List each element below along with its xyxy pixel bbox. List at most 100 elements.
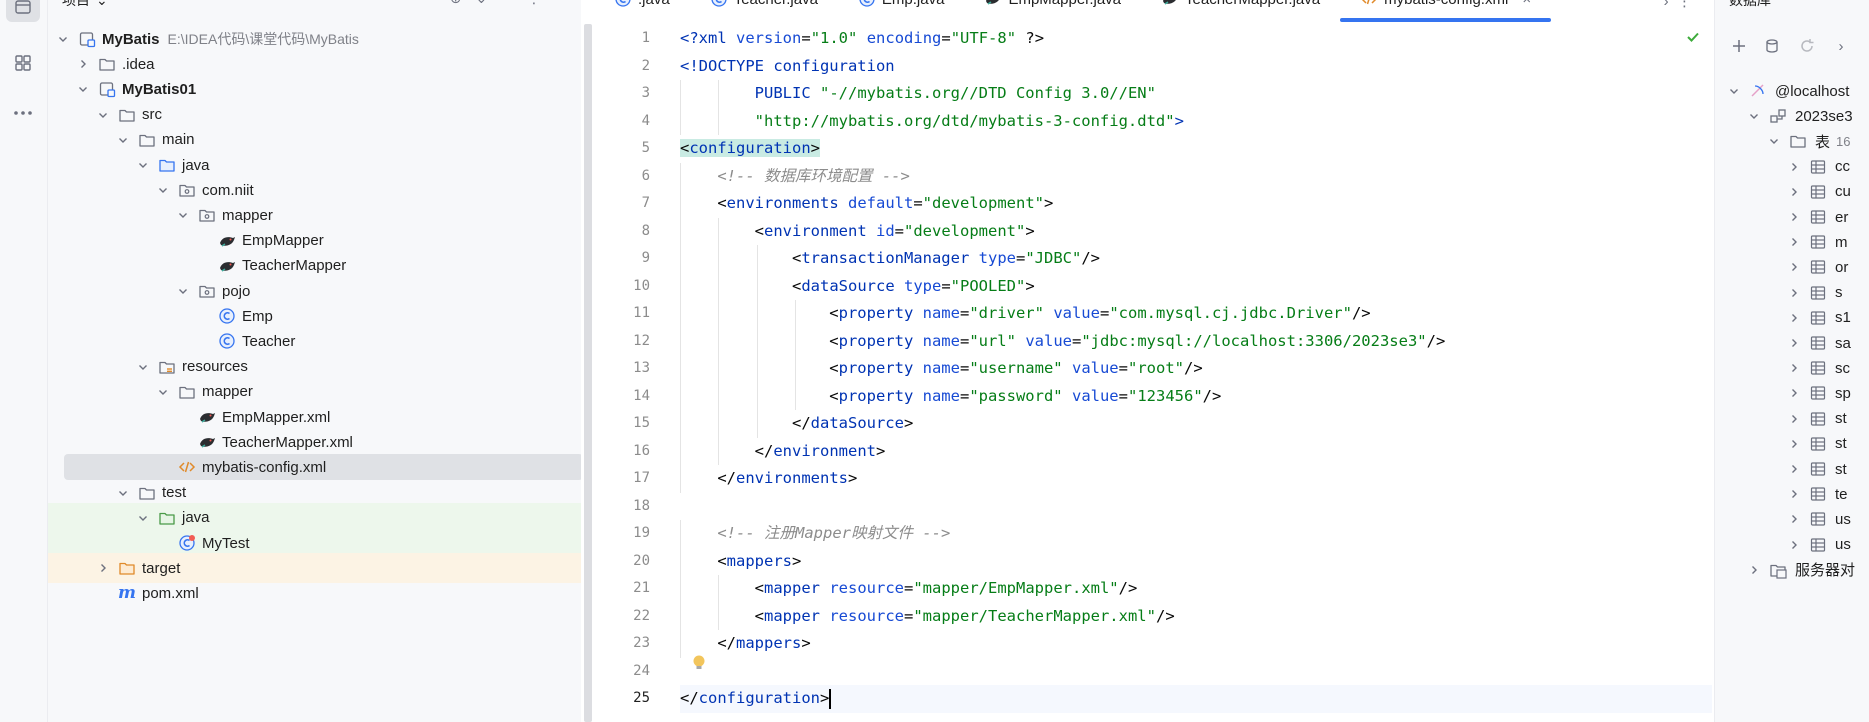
code-token: > [792,551,802,570]
chevron-down-icon[interactable] [156,183,170,197]
code-line[interactable]: <property name="username" value="root"/> [680,355,1712,383]
code-line[interactable]: <property name="driver" value="com.mysql… [680,300,1712,328]
code-line[interactable]: <!-- 注册Mapper映射文件 --> [680,520,1712,548]
class-icon [218,332,236,350]
code-token: <!-- 注册Mapper映射文件 --> [717,524,951,542]
chevron-down-icon[interactable] [156,385,170,399]
code-line[interactable]: <mappers> [680,547,1712,575]
chevron-down-icon[interactable] [176,284,190,298]
code-line[interactable]: </environments> [680,465,1712,493]
code-line[interactable] [680,493,1712,521]
code-line[interactable]: <property name="password" value="123456"… [680,382,1712,410]
chevron-right-icon[interactable]: › [1831,36,1851,56]
code-line[interactable]: </mappers> [680,630,1712,658]
code-line[interactable]: <dataSource type="POOLED"> [680,272,1712,300]
project-icon[interactable] [6,0,40,22]
chevron-down-icon[interactable] [176,208,190,222]
chevron-down-icon[interactable] [116,133,130,147]
mybatis-bird-icon [198,433,216,451]
chevron-right-icon[interactable] [1787,538,1801,552]
code-line[interactable] [680,658,1712,686]
chevron-right-icon[interactable] [1787,160,1801,174]
code-line[interactable]: <!-- 数据库环境配置 --> [680,162,1712,190]
code-line[interactable]: </environment> [680,437,1712,465]
add-icon[interactable] [1729,36,1749,56]
close-icon[interactable]: × [1522,0,1531,8]
code-line[interactable]: PUBLIC "-//mybatis.org//DTD Config 3.0//… [680,80,1712,108]
code-line[interactable]: "http://mybatis.org/dtd/mybatis-3-config… [680,107,1712,135]
chevron-down-icon[interactable] [136,511,150,525]
code-line[interactable]: <property name="url" value="jdbc:mysql:/… [680,327,1712,355]
db-tree-item-item[interactable]: 服务器对 [1715,555,1869,585]
db-tree-item-label: sa [1835,334,1851,352]
code-line[interactable]: <mapper resource="mapper/EmpMapper.xml"/… [680,575,1712,603]
chevron-right-icon[interactable] [1787,512,1801,526]
tab-empmapper-java[interactable]: EmpMapper.java [964,0,1141,12]
code-line[interactable]: <mapper resource="mapper/TeacherMapper.x… [680,602,1712,630]
lightbulb-icon[interactable] [692,654,706,676]
line-number: 20 [633,552,650,569]
chevron-right-icon[interactable] [1787,286,1801,300]
code-line[interactable]: </configuration> [680,685,1712,713]
chevron-right-icon[interactable] [1787,210,1801,224]
datasource-properties-icon[interactable] [1763,36,1783,56]
tab-emp-java[interactable]: Emp.java [838,0,965,12]
locate-icon[interactable]: ⊕ [450,0,462,7]
code-line[interactable]: </dataSource> [680,410,1712,438]
code-token: < [680,221,764,240]
chevron-down-icon[interactable] [1727,84,1741,98]
more-icon[interactable] [6,98,40,128]
chevron-down-icon[interactable] [56,32,70,46]
chevron-right-icon[interactable] [1787,235,1801,249]
code-line[interactable]: <!DOCTYPE configuration [680,53,1712,81]
chevron-right-icon[interactable] [1787,437,1801,451]
chevron-down-icon[interactable] [116,486,130,500]
chevron-down-icon[interactable]: ⌄ [96,0,108,9]
code-line[interactable]: <configuration> [680,135,1712,163]
scrollbar[interactable] [584,24,592,722]
refresh-icon[interactable] [1797,36,1817,56]
code-line[interactable]: <?xml version="1.0" encoding="UTF-8" ?> [680,25,1712,53]
chevron-down-icon[interactable] [136,158,150,172]
tab-mybatis-config-xml[interactable]: mybatis-config.xml × [1340,0,1552,22]
chevron-right-icon[interactable] [1787,185,1801,199]
chevron-right-icon[interactable] [1787,386,1801,400]
collapse-all-icon[interactable]: ⌃ [501,0,513,7]
tab-teacher-java[interactable]: Teacher.java [690,0,838,12]
chevron-right-icon[interactable] [1787,311,1801,325]
tab-teachermapper-java[interactable]: TeacherMapper.java [1141,0,1340,12]
options-icon[interactable]: ⋮ [527,0,541,7]
code-token: xml [698,29,727,47]
chevron-down-icon[interactable] [1767,134,1781,148]
chevron-right-icon[interactable] [1787,336,1801,350]
chevron-down-icon[interactable] [96,108,110,122]
tab-more-icon[interactable]: › ⋮ [1664,0,1692,10]
project-panel-header[interactable]: 项目 ⌄ [62,0,108,12]
hide-icon[interactable]: — [555,0,569,7]
chevron-down-icon[interactable] [136,360,150,374]
chevron-right-icon[interactable] [76,57,90,71]
chevron-right-icon[interactable] [1747,563,1761,577]
structure-icon[interactable] [6,48,40,78]
tab-java[interactable]: .java [594,0,690,12]
chevron-right-icon[interactable] [1787,260,1801,274]
chevron-right-icon[interactable] [1787,412,1801,426]
line-number: 22 [633,607,650,624]
tree-item-pom-xml[interactable]: m pom.xml [48,578,585,608]
splitter[interactable] [581,0,592,722]
expand-all-icon[interactable]: ⌄ [476,0,488,7]
code-area[interactable]: <?xml version="1.0" encoding="UTF-8" ?> <… [680,25,1712,713]
code-token: configuration [698,689,820,707]
chevron-right-icon[interactable] [1787,487,1801,501]
chevron-down-icon[interactable] [1747,109,1761,123]
chevron-down-icon[interactable] [76,82,90,96]
chevron-right-icon[interactable] [1787,462,1801,476]
code-token: > [903,414,914,432]
chevron-right-icon[interactable] [1787,361,1801,375]
code-line[interactable]: <environment id="development"> [680,217,1712,245]
code-line[interactable]: <transactionManager type="JDBC"/> [680,245,1712,273]
chevron-right-icon[interactable] [96,561,110,575]
code-line[interactable]: <environments default="development"> [680,190,1712,218]
